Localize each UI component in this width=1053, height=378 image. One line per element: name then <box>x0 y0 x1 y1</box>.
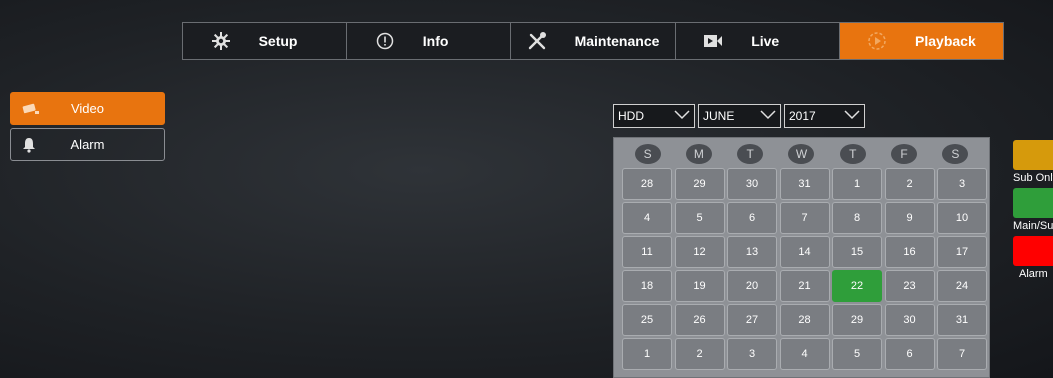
calendar-day[interactable]: 29 <box>674 168 725 200</box>
calendar-day[interactable]: 7 <box>937 338 987 370</box>
weekday-label: F <box>891 144 918 164</box>
calendar-day[interactable]: 18 <box>622 270 672 302</box>
calendar-day[interactable]: 11 <box>622 236 672 268</box>
tab-setup-label: Setup <box>258 33 298 49</box>
calendar-day[interactable]: 21 <box>779 270 830 302</box>
calendar-day[interactable]: 19 <box>674 270 725 302</box>
sidebar-item-video-label: Video <box>70 101 104 116</box>
storage-select[interactable]: HDD <box>613 104 695 128</box>
calendar-day[interactable]: 8 <box>832 202 882 234</box>
calendar-day[interactable]: 4 <box>779 338 830 370</box>
calendar-day[interactable]: 10 <box>937 202 987 234</box>
gear-icon <box>211 31 231 51</box>
legend-label-alarm: Alarm <box>1019 268 1048 280</box>
legend-label-main-sub: Main/Sub <box>1013 220 1053 232</box>
legend-label-sub-only: Sub Only <box>1013 172 1053 184</box>
tab-info[interactable]: Info <box>347 23 512 59</box>
calendar-day[interactable]: 2 <box>884 168 935 200</box>
main-nav: Setup Info Maintenance Live Playback <box>182 22 1004 60</box>
calendar-day[interactable]: 23 <box>884 270 935 302</box>
tools-icon <box>527 31 547 51</box>
calendar-day[interactable]: 16 <box>884 236 935 268</box>
calendar-day[interactable]: 7 <box>779 202 830 234</box>
tab-maintenance-label: Maintenance <box>574 33 660 49</box>
storage-select-value: HDD <box>618 109 644 123</box>
chevron-down-icon <box>844 109 860 123</box>
tab-setup[interactable]: Setup <box>183 23 348 59</box>
calendar-day[interactable]: 22 <box>832 270 882 302</box>
legend-swatch-alarm <box>1013 236 1053 266</box>
calendar-day[interactable]: 26 <box>674 304 725 336</box>
legend-swatch-main-sub <box>1013 188 1053 218</box>
camera-icon <box>21 102 41 116</box>
calendar-day[interactable]: 1 <box>832 168 882 200</box>
tab-live-label: Live <box>751 33 780 49</box>
calendar-day[interactable]: 13 <box>727 236 777 268</box>
calendar-day[interactable]: 24 <box>937 270 987 302</box>
calendar: S M T W T F S 28 29 30 31 1 2 3 4 5 6 7 8 9 10 11 12 13 1… <box>613 137 990 378</box>
calendar-day[interactable]: 17 <box>937 236 987 268</box>
calendar-day[interactable]: 3 <box>937 168 987 200</box>
calendar-day[interactable]: 25 <box>622 304 672 336</box>
calendar-day[interactable]: 5 <box>674 202 725 234</box>
weekday-header: S M T W T F S <box>614 138 989 164</box>
tab-playback-label: Playback <box>915 33 976 49</box>
calendar-day[interactable]: 31 <box>937 304 987 336</box>
calendar-day[interactable]: 4 <box>622 202 672 234</box>
tab-info-label: Info <box>422 33 449 49</box>
calendar-day[interactable]: 5 <box>832 338 882 370</box>
weekday-label: T <box>839 144 866 164</box>
calendar-day[interactable]: 20 <box>727 270 777 302</box>
bell-icon <box>21 137 41 153</box>
calendar-day[interactable]: 2 <box>674 338 725 370</box>
tab-live[interactable]: Live <box>676 23 840 59</box>
legend-swatch-sub-only <box>1013 140 1053 170</box>
playback-icon <box>867 31 887 51</box>
weekday-label: S <box>942 144 969 164</box>
calendar-grid: 28 29 30 31 1 2 3 4 5 6 7 8 9 10 11 12 13 14 15 16 17 18 19 20 2… <box>622 168 987 370</box>
calendar-day[interactable]: 27 <box>727 304 777 336</box>
tab-playback[interactable]: Playback <box>839 23 1004 59</box>
calendar-day[interactable]: 9 <box>884 202 935 234</box>
calendar-day[interactable]: 30 <box>884 304 935 336</box>
calendar-day[interactable]: 6 <box>884 338 935 370</box>
sidebar-item-alarm-label: Alarm <box>70 137 105 152</box>
info-circle-icon <box>375 31 395 51</box>
video-camera-icon <box>703 31 723 51</box>
sidebar-item-video[interactable]: Video <box>10 92 165 125</box>
calendar-day[interactable]: 15 <box>832 236 882 268</box>
calendar-day[interactable]: 28 <box>622 168 672 200</box>
sidebar-item-alarm[interactable]: Alarm <box>10 128 165 161</box>
calendar-day[interactable]: 3 <box>727 338 777 370</box>
calendar-day[interactable]: 28 <box>779 304 830 336</box>
year-select-value: 2017 <box>789 109 816 123</box>
calendar-day[interactable]: 14 <box>779 236 830 268</box>
weekday-label: W <box>788 144 815 164</box>
recording-legend: Sub Only Main/Sub Alarm <box>1013 140 1053 284</box>
calendar-day[interactable]: 29 <box>832 304 882 336</box>
tab-maintenance[interactable]: Maintenance <box>511 23 676 59</box>
weekday-label: S <box>634 144 661 164</box>
weekday-label: T <box>737 144 764 164</box>
chevron-down-icon <box>760 109 776 123</box>
calendar-day[interactable]: 30 <box>727 168 777 200</box>
year-select[interactable]: 2017 <box>784 104 865 128</box>
calendar-day[interactable]: 6 <box>727 202 777 234</box>
month-select[interactable]: JUNE <box>698 104 781 128</box>
weekday-label: M <box>685 144 712 164</box>
calendar-filters: HDD JUNE 2017 <box>613 104 865 128</box>
calendar-day[interactable]: 31 <box>779 168 830 200</box>
month-select-value: JUNE <box>703 109 735 123</box>
chevron-down-icon <box>674 109 690 123</box>
calendar-day[interactable]: 12 <box>674 236 725 268</box>
calendar-day[interactable]: 1 <box>622 338 672 370</box>
